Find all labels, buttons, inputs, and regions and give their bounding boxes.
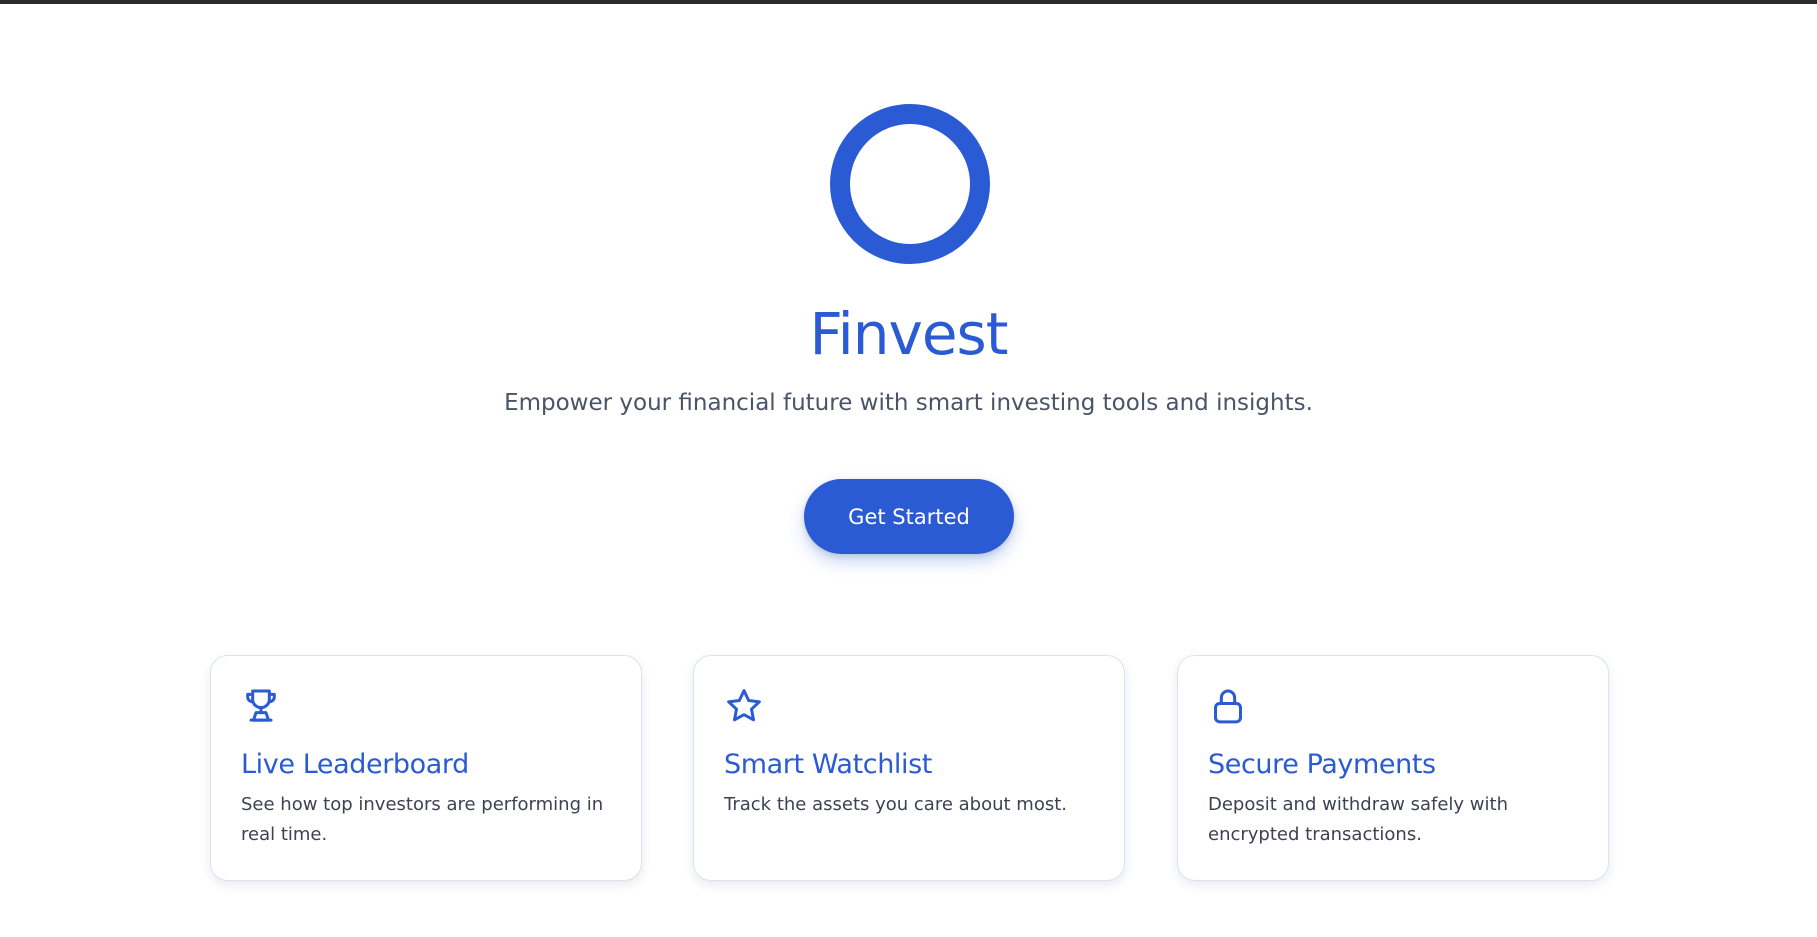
trophy-icon [246, 689, 276, 722]
star-icon [727, 689, 761, 722]
ring-logo-icon [830, 104, 990, 264]
feature-description: Track the assets you care about most. [724, 794, 1067, 815]
window-top-border [0, 0, 1817, 4]
tagline: Empower your financial future with smart… [504, 390, 1313, 416]
feature-title: Live Leaderboard [241, 749, 469, 780]
feature-description: See how top investors are performing in … [241, 794, 604, 845]
feature-description: Deposit and withdraw safely with encrypt… [1208, 794, 1508, 845]
feature-card-leaderboard: Live Leaderboard See how top investors a… [210, 655, 642, 881]
feature-card-payments: Secure Payments Deposit and withdraw saf… [1177, 655, 1609, 881]
lock-icon [1214, 689, 1242, 724]
app-title: Finvest [809, 300, 1009, 368]
feature-title: Secure Payments [1208, 749, 1436, 780]
get-started-button[interactable]: Get Started [804, 479, 1014, 554]
feature-card-watchlist: Smart Watchlist Track the assets you car… [693, 655, 1125, 881]
feature-title: Smart Watchlist [724, 749, 932, 780]
